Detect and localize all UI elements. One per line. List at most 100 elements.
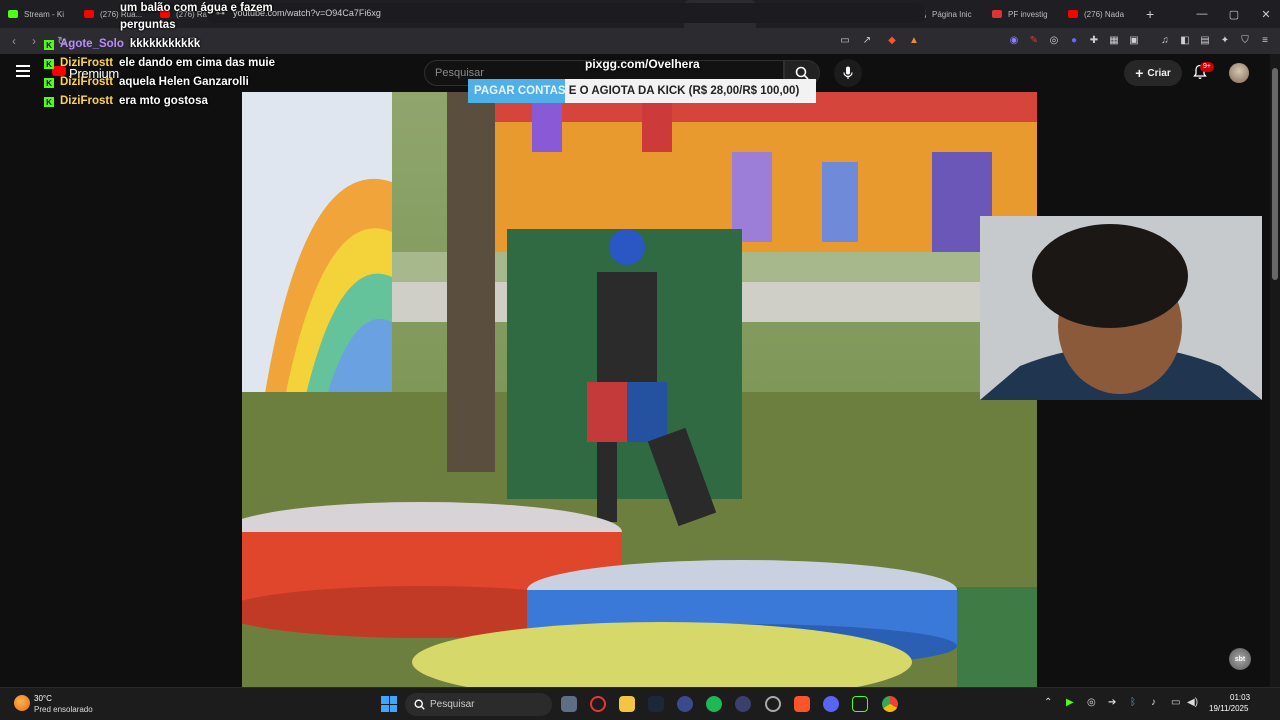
wallet-icon[interactable]: ▤	[1198, 33, 1212, 47]
extension-6-icon[interactable]: ▣	[1127, 33, 1141, 47]
brave-shields-icon[interactable]: ◆	[885, 33, 899, 47]
notification-badge: 9+	[1200, 62, 1214, 72]
hamburger-menu-icon[interactable]	[16, 65, 30, 77]
leo-ai-icon[interactable]: ✦	[1218, 33, 1232, 47]
chat-username: Agote_Solo	[60, 38, 124, 50]
sidebar-icon[interactable]: ◧	[1178, 33, 1192, 47]
chat-username: DiziFrostt	[60, 57, 114, 69]
tray-app-3-icon[interactable]: ➔	[1108, 697, 1116, 708]
chat-message: perguntas	[120, 19, 176, 31]
video-player[interactable]	[242, 92, 1037, 687]
extension-5-icon[interactable]: ▦	[1107, 33, 1121, 47]
extension-2-icon[interactable]: ✎	[1027, 33, 1041, 47]
chat-text: ele dando em cima das muie	[119, 57, 275, 69]
kick-logo-icon: K	[44, 40, 54, 50]
extension-4-icon[interactable]: ●	[1067, 33, 1081, 47]
media-icon[interactable]: ♫	[1158, 33, 1172, 47]
chat-username: DiziFrostt	[60, 76, 114, 88]
video-frame	[242, 92, 1037, 687]
donation-goal-text: E O AGIOTA DA KICK (R$ 28,00/R$ 100,00)	[565, 85, 800, 97]
minimize-button[interactable]: —	[1186, 0, 1218, 28]
chat-text: era mto gostosa	[119, 95, 208, 107]
tray-overflow-icon[interactable]: ⌃	[1044, 697, 1052, 708]
bluetooth-icon[interactable]: ᛒ	[1130, 697, 1136, 708]
weather-temperature[interactable]: 30°C	[34, 694, 52, 703]
search-icon	[414, 699, 425, 710]
browser-tab[interactable]: (276) Nada	[1060, 0, 1136, 28]
avatar[interactable]	[1229, 63, 1249, 83]
discord-icon[interactable]	[823, 696, 839, 712]
tray-app-1-icon[interactable]: ▶	[1066, 697, 1074, 708]
webcam-overlay	[980, 216, 1262, 400]
kick-logo-icon: K	[44, 59, 54, 69]
chat-text: aquela Helen Ganzarolli	[119, 76, 249, 88]
microphone-icon	[843, 66, 853, 79]
extension-3-icon[interactable]: ◎	[1047, 33, 1061, 47]
windows-taskbar: 30°C Pred ensolarado Pesquisar ⌃ ▶ ◎ ➔ ᛒ…	[0, 687, 1280, 720]
file-explorer-icon[interactable]	[619, 696, 635, 712]
network-icon[interactable]: ▭	[1171, 697, 1180, 708]
plus-icon: +	[1135, 65, 1144, 81]
taskbar-search-input[interactable]: Pesquisar	[405, 693, 552, 716]
tab-label: Stream - Ki	[24, 9, 65, 19]
weather-icon[interactable]	[14, 695, 30, 711]
taskbar-clock-time[interactable]: 01:03	[1230, 693, 1250, 702]
chat-message: K DiziFrostt ele dando em cima das muie	[44, 57, 275, 69]
address-bar[interactable]: ⊶ youtube.com/watch?v=O94Ca7Fi6xg	[206, 3, 926, 23]
tab-label: (276) Nada	[1084, 9, 1125, 19]
app-icon-8[interactable]	[765, 696, 781, 712]
kick-app-icon[interactable]	[852, 696, 868, 712]
vpn-icon[interactable]: ⛉	[1238, 33, 1252, 47]
voice-search-button[interactable]	[834, 59, 862, 87]
tab-label: PF investig	[1008, 9, 1048, 19]
forward-icon[interactable]: ›	[24, 34, 44, 48]
donation-goal-highlight: PAGAR CONTAS	[474, 85, 566, 97]
app-icon-5[interactable]	[677, 696, 693, 712]
spotify-icon[interactable]	[706, 696, 722, 712]
chat-message: K DiziFrostt aquela Helen Ganzarolli	[44, 76, 249, 88]
create-button[interactable]: + Criar	[1124, 60, 1182, 86]
tab-favicon-icon	[8, 10, 18, 18]
chat-message: K Agote_Solo kkkkkkkkkkk	[44, 38, 200, 50]
taskbar-clock-date[interactable]: 19/11/2025	[1209, 704, 1248, 713]
taskbar-search-placeholder: Pesquisar	[430, 699, 475, 710]
weather-description[interactable]: Pred ensolarado	[34, 705, 93, 714]
donation-goal-bar: PAGAR CONTAS E O AGIOTA DA KICK (R$ 28,0…	[468, 79, 816, 103]
task-view-icon[interactable]	[561, 696, 577, 712]
app-icon-7[interactable]	[735, 696, 751, 712]
extension-1-icon[interactable]: ◉	[1007, 33, 1021, 47]
scrollbar-thumb[interactable]	[1272, 68, 1278, 280]
cast-icon[interactable]: ▭	[838, 33, 852, 47]
new-tab-button[interactable]: +	[1136, 6, 1164, 22]
close-window-button[interactable]: ✕	[1250, 0, 1280, 28]
browser-tab[interactable]: PF investig	[984, 0, 1060, 28]
chat-text: perguntas	[120, 19, 176, 31]
chat-username: DiziFrostt	[60, 95, 114, 107]
kick-logo-icon: K	[44, 97, 54, 107]
chat-text: um balão com água e fazem	[120, 2, 273, 14]
menu-icon[interactable]: ≡	[1258, 33, 1272, 47]
brave-browser-icon[interactable]	[794, 696, 810, 712]
search-icon	[795, 66, 809, 80]
sbt-channel-logo: sbt	[1229, 648, 1251, 670]
kick-logo-icon: K	[44, 78, 54, 88]
page-scrollbar[interactable]	[1270, 54, 1280, 687]
chrome-icon[interactable]	[882, 696, 898, 712]
tab-favicon-icon	[992, 10, 1002, 18]
back-icon[interactable]: ‹	[4, 34, 24, 48]
create-label: Criar	[1147, 67, 1171, 79]
tab-label: Página Inic	[932, 9, 972, 19]
extensions-puzzle-icon[interactable]: ✚	[1087, 33, 1101, 47]
microphone-tray-icon[interactable]: ♪	[1151, 697, 1156, 708]
chat-message: K DiziFrostt era mto gostosa	[44, 95, 208, 107]
maximize-button[interactable]: ▢	[1218, 0, 1250, 28]
brave-rewards-icon[interactable]: ▲	[907, 33, 921, 47]
share-icon[interactable]: ↗	[860, 33, 874, 47]
tray-app-2-icon[interactable]: ◎	[1087, 697, 1096, 708]
browser-tab[interactable]: Stream - Ki	[0, 0, 76, 28]
windows-start-icon[interactable]	[381, 696, 397, 712]
steam-icon[interactable]	[648, 696, 664, 712]
opera-icon[interactable]	[590, 696, 606, 712]
volume-icon[interactable]: ◀)	[1187, 697, 1198, 708]
tab-favicon-icon	[1068, 10, 1078, 18]
